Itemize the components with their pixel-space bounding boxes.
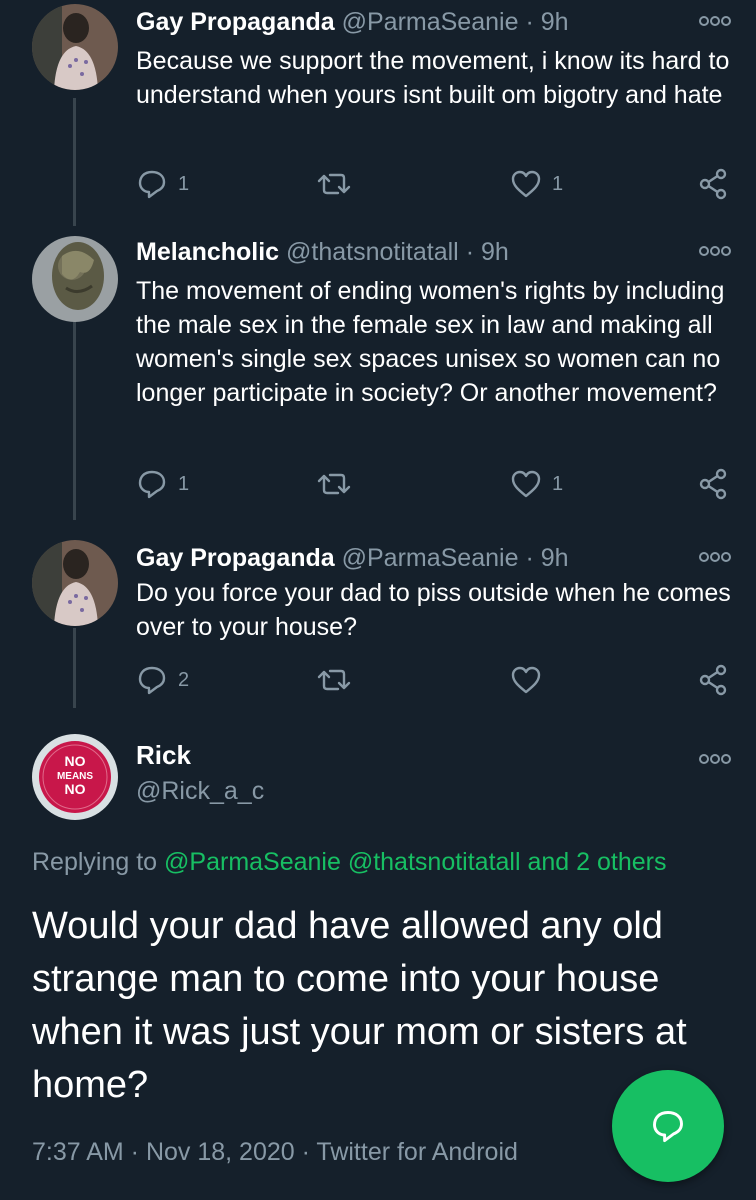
reply-button[interactable]: 2 (136, 662, 189, 698)
more-icon[interactable] (698, 550, 732, 564)
tweet-3[interactable]: Gay Propaganda @ParmaSeanie · 9h Do you … (0, 536, 756, 716)
reply-count: 1 (178, 472, 190, 495)
main-avatar[interactable]: NO MEANS NO (32, 734, 118, 820)
share-icon (699, 664, 727, 696)
tweet-text: The movement of ending women's rights by… (136, 277, 725, 407)
replying-prefix: Replying to (32, 848, 158, 876)
retweet-icon (317, 669, 351, 691)
tweet-text: Do you force your dad to piss outside wh… (136, 579, 731, 641)
badge-text: NO (65, 781, 86, 797)
tweet-header: Gay Propaganda @ParmaSeanie · 9h (136, 8, 569, 37)
share-button[interactable] (698, 466, 728, 502)
avatar[interactable] (32, 236, 118, 322)
tweet-text: Because we support the movement, i know … (136, 47, 730, 109)
avatar[interactable] (32, 540, 118, 626)
tweet-1[interactable]: Gay Propaganda @ParmaSeanie · 9h Because… (0, 0, 756, 228)
like-icon (511, 470, 541, 498)
tweet-header: Melancholic @thatsnotitatall · 9h (136, 238, 509, 267)
like-button[interactable] (510, 662, 542, 698)
tweet-actions: 1 1 (136, 166, 736, 202)
avatar[interactable] (32, 4, 118, 90)
like-icon (511, 666, 541, 694)
timestamp: · 9h (525, 8, 569, 36)
display-name[interactable]: Gay Propaganda (136, 544, 335, 572)
reply-button[interactable]: 1 (136, 466, 189, 502)
main-tweet-text: Would your dad have allowed any old stra… (32, 905, 687, 1106)
more-icon[interactable] (698, 244, 732, 258)
more-icon[interactable] (698, 752, 732, 766)
reply-icon (138, 470, 166, 499)
replying-to: Replying to @ParmaSeanie @thatsnotitatal… (32, 848, 666, 877)
like-count: 1 (552, 172, 564, 195)
main-handle[interactable]: @Rick_a_c (136, 777, 264, 806)
retweet-button[interactable] (316, 662, 352, 698)
like-icon (511, 170, 541, 198)
reply-count: 1 (178, 172, 190, 195)
tweet-actions: 2 (136, 662, 736, 698)
tweet-2[interactable]: Melancholic @thatsnotitatall · 9h The mo… (0, 230, 756, 530)
more-icon[interactable] (698, 14, 732, 28)
compose-reply-icon (653, 1111, 683, 1143)
timestamp: · 9h (465, 238, 509, 266)
timestamp: · 9h (525, 544, 569, 572)
like-count: 1 (552, 472, 564, 495)
display-name[interactable]: Melancholic (136, 238, 279, 266)
reply-button[interactable]: 1 (136, 166, 189, 202)
handle[interactable]: @thatsnotitatall (286, 238, 459, 266)
reply-icon (138, 170, 166, 199)
reply-icon (138, 666, 166, 695)
share-icon (699, 168, 727, 200)
share-button[interactable] (698, 166, 728, 202)
tweet-actions: 1 1 (136, 466, 736, 502)
share-icon (699, 468, 727, 500)
tweet-header: Gay Propaganda @ParmaSeanie · 9h (136, 544, 569, 573)
badge-text: NO (65, 753, 86, 769)
retweet-icon (317, 473, 351, 495)
like-button[interactable]: 1 (510, 166, 563, 202)
like-button[interactable]: 1 (510, 466, 563, 502)
compose-reply-button[interactable] (612, 1070, 724, 1182)
share-button[interactable] (698, 662, 728, 698)
handle[interactable]: @ParmaSeanie (342, 8, 519, 36)
retweet-button[interactable] (316, 166, 352, 202)
handle[interactable]: @ParmaSeanie (342, 544, 519, 572)
retweet-icon (317, 173, 351, 195)
main-display-name[interactable]: Rick (136, 740, 191, 771)
reply-count: 2 (178, 668, 190, 691)
replying-to-links[interactable]: @ParmaSeanie @thatsnotitatall and 2 othe… (164, 848, 666, 876)
display-name[interactable]: Gay Propaganda (136, 8, 335, 36)
retweet-button[interactable] (316, 466, 352, 502)
tweet-metadata: 7:37 AM · Nov 18, 2020 · Twitter for And… (32, 1138, 518, 1166)
